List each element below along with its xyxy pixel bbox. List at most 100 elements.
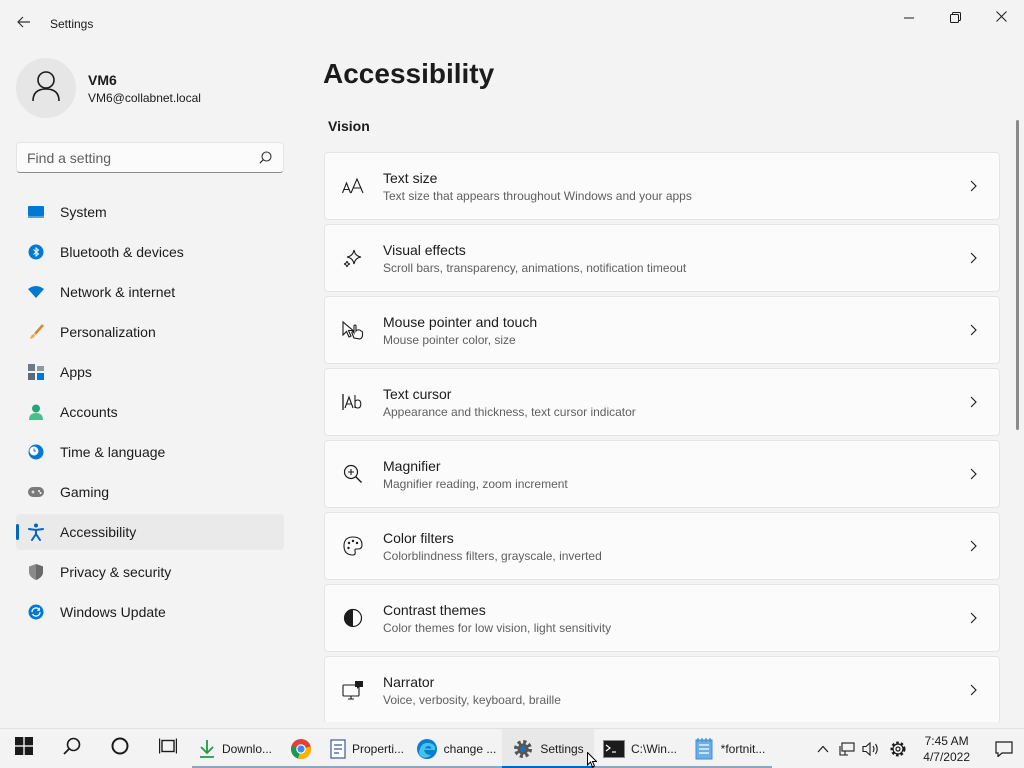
system-icon <box>28 204 44 220</box>
taskbar-app-label: Downlo... <box>221 741 272 756</box>
sidebar-item-time-language[interactable]: Time & language <box>16 434 284 470</box>
taskbar-app-notepad[interactable]: *fortnit... <box>686 729 772 768</box>
card-visual-effects[interactable]: Visual effects Scroll bars, transparency… <box>324 224 1000 292</box>
start-button[interactable] <box>0 729 48 768</box>
text-cursor-icon <box>341 390 365 414</box>
taskbar-app-properties[interactable]: Properti... <box>324 729 410 768</box>
card-description: Text size that appears throughout Window… <box>383 188 692 203</box>
accessibility-icon <box>28 523 44 541</box>
card-description: Appearance and thickness, text cursor in… <box>383 404 636 419</box>
volume-icon[interactable] <box>859 729 883 768</box>
card-color-filters[interactable]: Color filters Colorblindness filters, gr… <box>324 512 1000 580</box>
sidebar-item-label: Accessibility <box>60 524 137 540</box>
sidebar-item-gaming[interactable]: Gaming <box>16 474 284 510</box>
taskbar-search-button[interactable] <box>48 729 96 768</box>
sidebar-item-label: System <box>60 204 107 220</box>
maximize-button[interactable] <box>932 2 978 34</box>
user-icon <box>31 70 61 107</box>
card-text-size[interactable]: Text size Text size that appears through… <box>324 152 1000 220</box>
card-title: Contrast themes <box>383 601 486 618</box>
close-icon <box>995 9 1007 27</box>
minimize-icon <box>904 11 914 26</box>
sidebar-item-system[interactable]: System <box>16 194 284 230</box>
sidebar-item-accounts[interactable]: Accounts <box>16 394 284 430</box>
gear-icon <box>512 738 534 760</box>
windows-start-icon <box>15 737 33 760</box>
sidebar-item-apps[interactable]: Apps <box>16 354 284 390</box>
search-icon[interactable] <box>257 150 273 166</box>
magnifier-icon <box>341 462 365 486</box>
search-input[interactable] <box>27 149 257 166</box>
card-magnifier[interactable]: Magnifier Magnifier reading, zoom increm… <box>324 440 1000 508</box>
card-title: Magnifier <box>383 457 441 474</box>
maximize-icon <box>949 11 961 26</box>
chevron-right-icon <box>961 612 985 624</box>
app-title: Settings <box>50 17 94 31</box>
properties-icon <box>330 738 346 760</box>
chevron-right-icon <box>961 540 985 552</box>
sidebar-item-bluetooth[interactable]: Bluetooth & devices <box>16 234 284 270</box>
sidebar-item-label: Personalization <box>60 324 156 340</box>
taskbar-app-label: Settings <box>540 741 584 756</box>
taskbar: Downlo... Properti... change ... Setting… <box>0 728 1024 768</box>
sidebar-item-label: Network & internet <box>60 284 176 300</box>
search-box[interactable] <box>16 142 284 173</box>
sidebar-nav: System Bluetooth & devices Network & int… <box>16 194 284 634</box>
card-mouse-pointer-touch[interactable]: Mouse pointer and touch Mouse pointer co… <box>324 296 1000 364</box>
settings-card-list: Text size Text size that appears through… <box>324 152 1000 722</box>
taskbar-app-downloads[interactable]: Downlo... <box>192 729 278 768</box>
back-button[interactable] <box>8 10 40 38</box>
sidebar-item-network[interactable]: Network & internet <box>16 274 284 310</box>
edge-icon <box>416 738 438 760</box>
chevron-up-icon[interactable] <box>811 729 835 768</box>
card-title: Text size <box>383 169 438 186</box>
card-description: Color themes for low vision, light sensi… <box>383 620 612 635</box>
sidebar-item-accessibility[interactable]: Accessibility <box>16 514 284 550</box>
taskbar-app-label: *fortnit... <box>720 741 766 756</box>
close-button[interactable] <box>978 2 1024 34</box>
user-profile[interactable]: VM6 VM6@collabnet.local <box>16 58 201 118</box>
taskbar-clock[interactable]: 7:45 AM 4/7/2022 <box>923 733 970 765</box>
card-text-cursor[interactable]: Text cursor Appearance and thickness, te… <box>324 368 1000 436</box>
profile-name: VM6 <box>88 71 117 88</box>
back-arrow-icon <box>17 15 31 33</box>
download-icon <box>198 738 216 760</box>
chevron-right-icon <box>961 684 985 696</box>
taskbar-app-settings[interactable]: Settings <box>502 728 594 768</box>
taskbar-app-edge[interactable]: change ... <box>410 729 502 768</box>
card-title: Visual effects <box>383 241 466 258</box>
chevron-right-icon <box>961 324 985 336</box>
gear-icon[interactable] <box>883 729 913 768</box>
update-icon <box>28 604 44 620</box>
scrollbar[interactable] <box>1016 120 1019 430</box>
taskbar-app-label: Properti... <box>351 741 405 756</box>
clock-date: 4/7/2022 <box>923 750 970 764</box>
card-description: Voice, verbosity, keyboard, braille <box>383 692 561 707</box>
network-icon[interactable] <box>835 729 859 768</box>
card-description: Scroll bars, transparency, animations, n… <box>383 260 687 275</box>
cortana-button[interactable] <box>96 729 144 768</box>
system-tray: 7:45 AM 4/7/2022 <box>811 729 1024 768</box>
sparkle-icon <box>341 246 365 270</box>
sidebar-item-label: Gaming <box>60 484 110 500</box>
card-title: Text cursor <box>383 385 452 402</box>
brush-icon <box>28 324 44 340</box>
narrator-icon <box>341 678 365 702</box>
notification-icon[interactable] <box>984 729 1024 768</box>
task-view-button[interactable] <box>144 729 192 768</box>
taskbar-app-command-prompt[interactable]: C:\Win... <box>594 729 686 768</box>
card-narrator[interactable]: Narrator Voice, verbosity, keyboard, bra… <box>324 656 1000 722</box>
page-title: Accessibility <box>323 58 495 89</box>
avatar <box>16 58 76 118</box>
palette-icon <box>341 534 365 558</box>
sidebar-item-personalization[interactable]: Personalization <box>16 314 284 350</box>
accounts-icon <box>28 404 44 420</box>
card-description: Magnifier reading, zoom increment <box>383 476 568 491</box>
card-contrast-themes[interactable]: Contrast themes Color themes for low vis… <box>324 584 1000 652</box>
minimize-button[interactable] <box>886 2 932 34</box>
gamepad-icon <box>28 484 44 500</box>
text-size-icon <box>341 174 365 198</box>
sidebar-item-windows-update[interactable]: Windows Update <box>16 594 284 630</box>
taskbar-app-chrome[interactable] <box>278 729 324 768</box>
sidebar-item-privacy-security[interactable]: Privacy & security <box>16 554 284 590</box>
